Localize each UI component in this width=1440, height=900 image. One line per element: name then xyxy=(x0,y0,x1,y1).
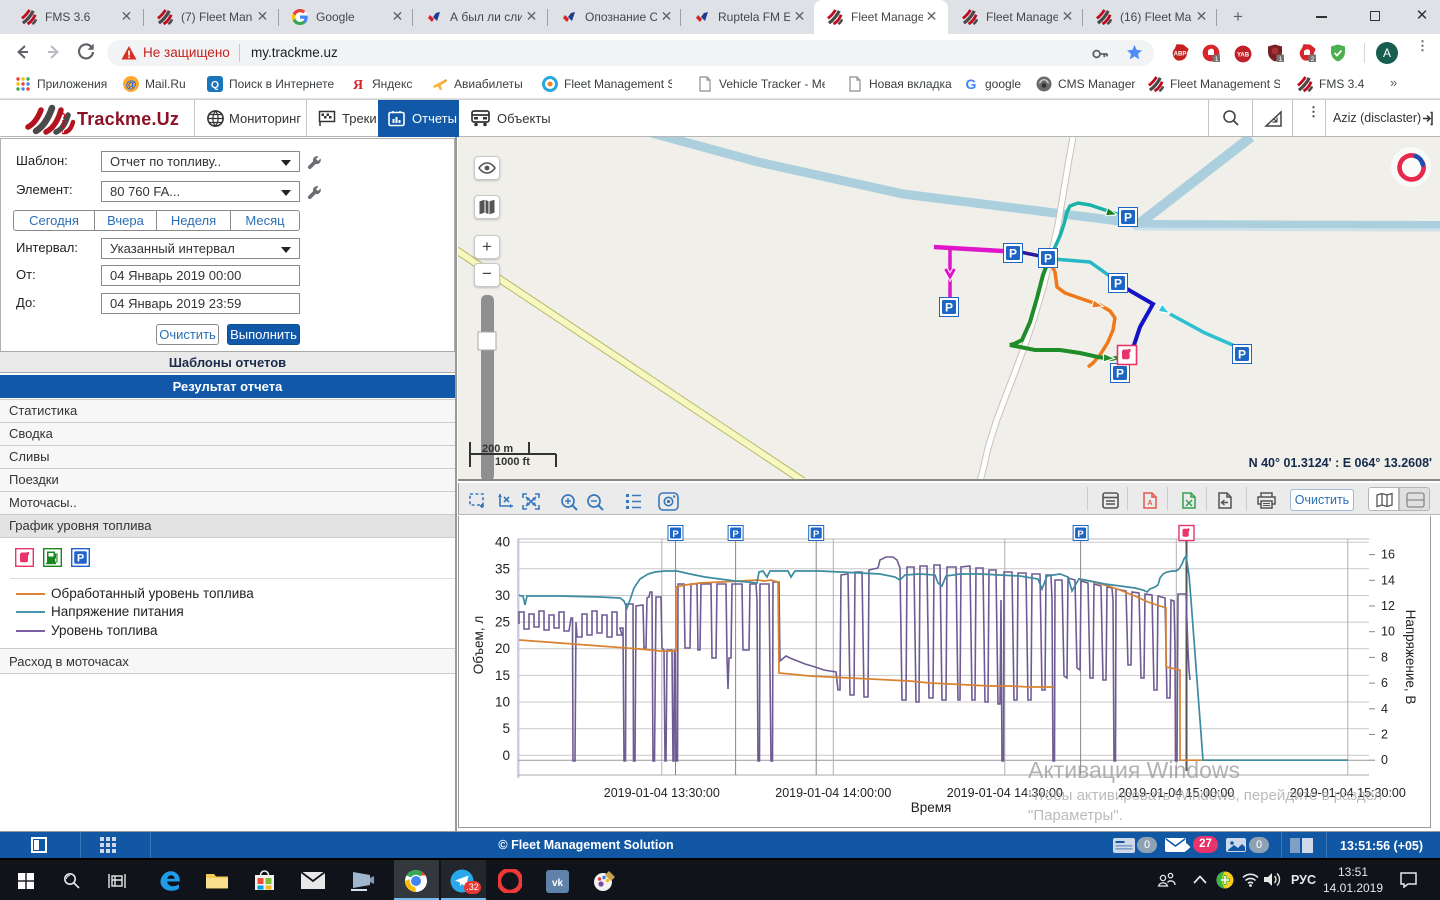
svg-text:10: 10 xyxy=(1381,625,1395,639)
svg-text:Напряжение, В: Напряжение, В xyxy=(1403,610,1418,705)
svg-text:14: 14 xyxy=(1381,573,1395,587)
svg-text:Q: Q xyxy=(211,79,219,91)
svg-text:Объем, л: Объем, л xyxy=(471,616,486,674)
svg-text:P: P xyxy=(672,529,679,540)
svg-text:YAB: YAB xyxy=(1237,53,1250,59)
svg-text:"Параметры".: "Параметры". xyxy=(1028,807,1123,824)
svg-text:P: P xyxy=(732,529,739,540)
svg-text:1: 1 xyxy=(1279,56,1283,62)
svg-text:10: 10 xyxy=(495,695,510,710)
svg-text:P: P xyxy=(77,553,84,565)
svg-text:vk: vk xyxy=(552,878,564,889)
svg-text:ABP: ABP xyxy=(1174,52,1187,58)
svg-text:G: G xyxy=(966,76,977,92)
svg-text:Время: Время xyxy=(911,800,952,815)
svg-text:2019-01-04 14:00:00: 2019-01-04 14:00:00 xyxy=(775,786,891,800)
svg-text:P: P xyxy=(813,529,820,540)
svg-text:0: 0 xyxy=(502,748,510,763)
svg-text:8: 8 xyxy=(1381,650,1388,664)
svg-text:35: 35 xyxy=(495,561,510,576)
svg-text:15: 15 xyxy=(495,668,510,683)
svg-text:Я: Я xyxy=(353,78,363,92)
svg-text:Активация Windows: Активация Windows xyxy=(1028,757,1240,783)
svg-text:30: 30 xyxy=(495,588,510,603)
svg-text:40: 40 xyxy=(495,535,510,550)
svg-text:1: 1 xyxy=(1215,56,1219,62)
svg-text:16: 16 xyxy=(1381,548,1395,562)
svg-text:FMS: FMS xyxy=(62,112,68,135)
svg-text:A: A xyxy=(1147,500,1152,507)
svg-text:1000 ft: 1000 ft xyxy=(495,456,530,468)
svg-text:2: 2 xyxy=(1311,56,1315,62)
svg-text:200 m: 200 m xyxy=(482,443,513,455)
svg-text:Чтобы активировать Windows, пе: Чтобы активировать Windows, перейдите в … xyxy=(1028,787,1382,804)
svg-text:@: @ xyxy=(126,79,137,91)
svg-text:6: 6 xyxy=(1381,676,1388,690)
svg-text:2: 2 xyxy=(1381,728,1388,742)
svg-text:P: P xyxy=(1077,529,1084,540)
svg-text:4: 4 xyxy=(1381,702,1388,716)
svg-text:5: 5 xyxy=(502,721,510,736)
svg-text:2019-01-04 13:30:00: 2019-01-04 13:30:00 xyxy=(604,786,720,800)
svg-text:0: 0 xyxy=(1381,753,1388,767)
svg-text:25: 25 xyxy=(495,615,510,630)
svg-text:20: 20 xyxy=(495,641,510,656)
svg-text:N 40° 01.3124' : E 064° 13.260: N 40° 01.3124' : E 064° 13.2608' xyxy=(1249,456,1432,470)
svg-text:12: 12 xyxy=(1381,599,1395,613)
